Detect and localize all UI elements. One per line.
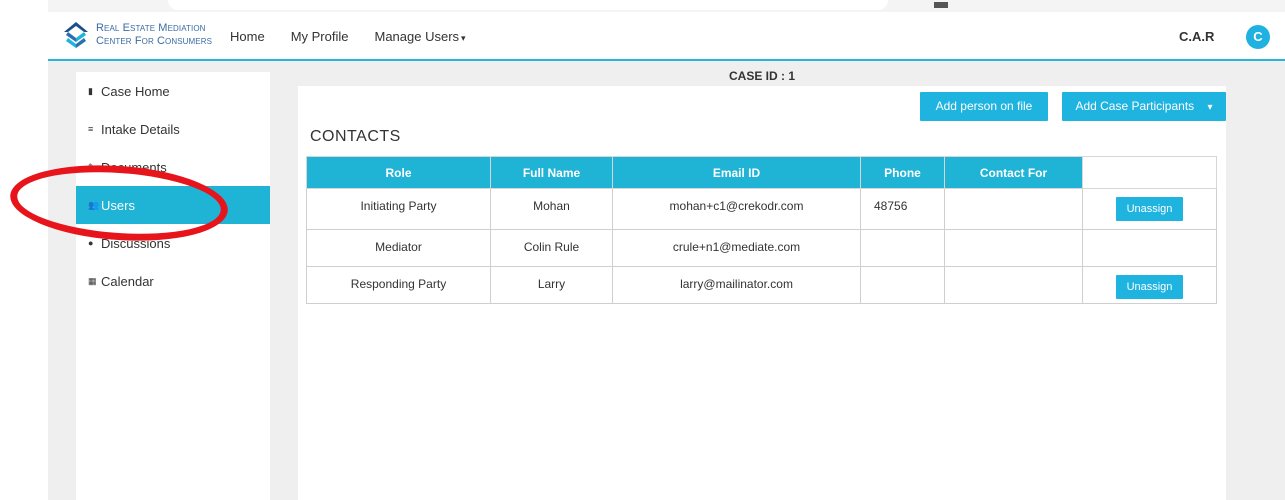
sidebar-item-label: Users [101, 197, 135, 213]
table-row: Mediator Colin Rule crule+n1@mediate.com [306, 229, 1217, 267]
list-icon: ≡ [88, 124, 94, 134]
cell-full-name: Colin Rule [490, 229, 613, 267]
cell-actions [1082, 229, 1217, 267]
address-bar-edge [168, 0, 888, 10]
sidebar-item-case-home[interactable]: ▮ Case Home [76, 72, 270, 110]
cell-actions: Unassign [1082, 266, 1217, 304]
table-row: Initiating Party Mohan mohan+c1@crekodr.… [306, 188, 1217, 230]
sidebar-item-label: Intake Details [101, 121, 180, 137]
user-abbreviation[interactable]: C.A.R [1179, 29, 1214, 44]
case-id-heading: CASE ID : 1 [728, 69, 795, 83]
brand-name: Real Estate Mediation Center For Consume… [96, 22, 212, 48]
contacts-panel: Add person on file Add Case Participants… [298, 86, 1226, 500]
users-icon: 👥 [88, 199, 100, 210]
unassign-button[interactable]: Unassign [1115, 275, 1184, 299]
cell-contact-for [944, 188, 1083, 230]
avatar[interactable]: C [1246, 25, 1270, 49]
column-header-role: Role [306, 156, 491, 189]
column-header-phone: Phone [860, 156, 945, 189]
browser-chrome [48, 0, 1285, 12]
nav-manage-users-label: Manage Users [374, 29, 460, 44]
cell-email: mohan+c1@crekodr.com [612, 188, 861, 230]
nav-manage-users[interactable]: Manage Users ▾ [374, 29, 465, 44]
chevron-down-icon: ▾ [1207, 102, 1213, 113]
brand-line-1: Real Estate Mediation [96, 22, 206, 34]
sidebar-item-discussions[interactable]: ● Discussions [76, 224, 270, 262]
sidebar-item-intake-details[interactable]: ≡ Intake Details [76, 110, 270, 148]
brand-logo[interactable]: Real Estate Mediation Center For Consume… [62, 20, 212, 50]
nav-home[interactable]: Home [230, 29, 265, 44]
sidebar-item-users[interactable]: 👥 Users [76, 186, 270, 224]
browser-icon [934, 2, 948, 8]
table-header-row: Role Full Name Email ID Phone Contact Fo… [306, 156, 1217, 189]
cell-contact-for [944, 266, 1083, 304]
column-header-email-id: Email ID [612, 156, 861, 189]
cell-role: Responding Party [306, 266, 491, 304]
nav-my-profile[interactable]: My Profile [291, 29, 349, 44]
cell-full-name: Mohan [490, 188, 613, 230]
cell-email: crule+n1@mediate.com [612, 229, 861, 267]
cell-full-name: Larry [490, 266, 613, 304]
sidebar-item-label: Case Home [101, 83, 170, 99]
cell-actions: Unassign [1082, 188, 1217, 230]
unassign-button[interactable]: Unassign [1115, 197, 1184, 221]
cell-phone: 48756 [860, 188, 945, 230]
table-row: Responding Party Larry larry@mailinator.… [306, 266, 1217, 304]
cell-phone [860, 266, 945, 304]
column-header-actions [1082, 156, 1217, 189]
cell-role: Initiating Party [306, 188, 491, 230]
add-person-on-file-button[interactable]: Add person on file [920, 92, 1048, 121]
cell-role: Mediator [306, 229, 491, 267]
cell-contact-for [944, 229, 1083, 267]
comment-icon: ● [88, 238, 94, 248]
app-window: Real Estate Mediation Center For Consume… [48, 0, 1285, 500]
column-header-contact-for: Contact For [944, 156, 1083, 189]
top-navbar: Real Estate Mediation Center For Consume… [48, 12, 1285, 61]
file-icon: ▮ [88, 85, 93, 96]
sidebar-item-label: Discussions [101, 235, 171, 251]
contacts-title: CONTACTS [310, 128, 401, 145]
house-logo-icon [64, 22, 88, 48]
pencil-icon: ✎ [88, 161, 96, 172]
sidebar-item-label: Documents [101, 159, 167, 175]
add-case-participants-label: Add Case Participants [1075, 99, 1195, 113]
brand-line-2: Center For Consumers [96, 35, 213, 47]
case-sidebar: ▮ Case Home ≡ Intake Details ✎ Documents… [76, 72, 270, 500]
main-nav: Home My Profile Manage Users ▾ [230, 29, 492, 44]
sidebar-item-calendar[interactable]: ▦ Calendar [76, 262, 270, 300]
calendar-icon: ▦ [88, 275, 97, 286]
add-case-participants-button[interactable]: Add Case Participants ▾ [1062, 92, 1226, 121]
sidebar-item-documents[interactable]: ✎ Documents [76, 148, 270, 186]
sidebar-item-label: Calendar [101, 273, 154, 289]
column-header-full-name: Full Name [490, 156, 613, 189]
contacts-table: Role Full Name Email ID Phone Contact Fo… [306, 156, 1217, 304]
cell-email: larry@mailinator.com [612, 266, 861, 304]
cell-phone [860, 229, 945, 267]
chevron-down-icon: ▾ [461, 33, 466, 43]
